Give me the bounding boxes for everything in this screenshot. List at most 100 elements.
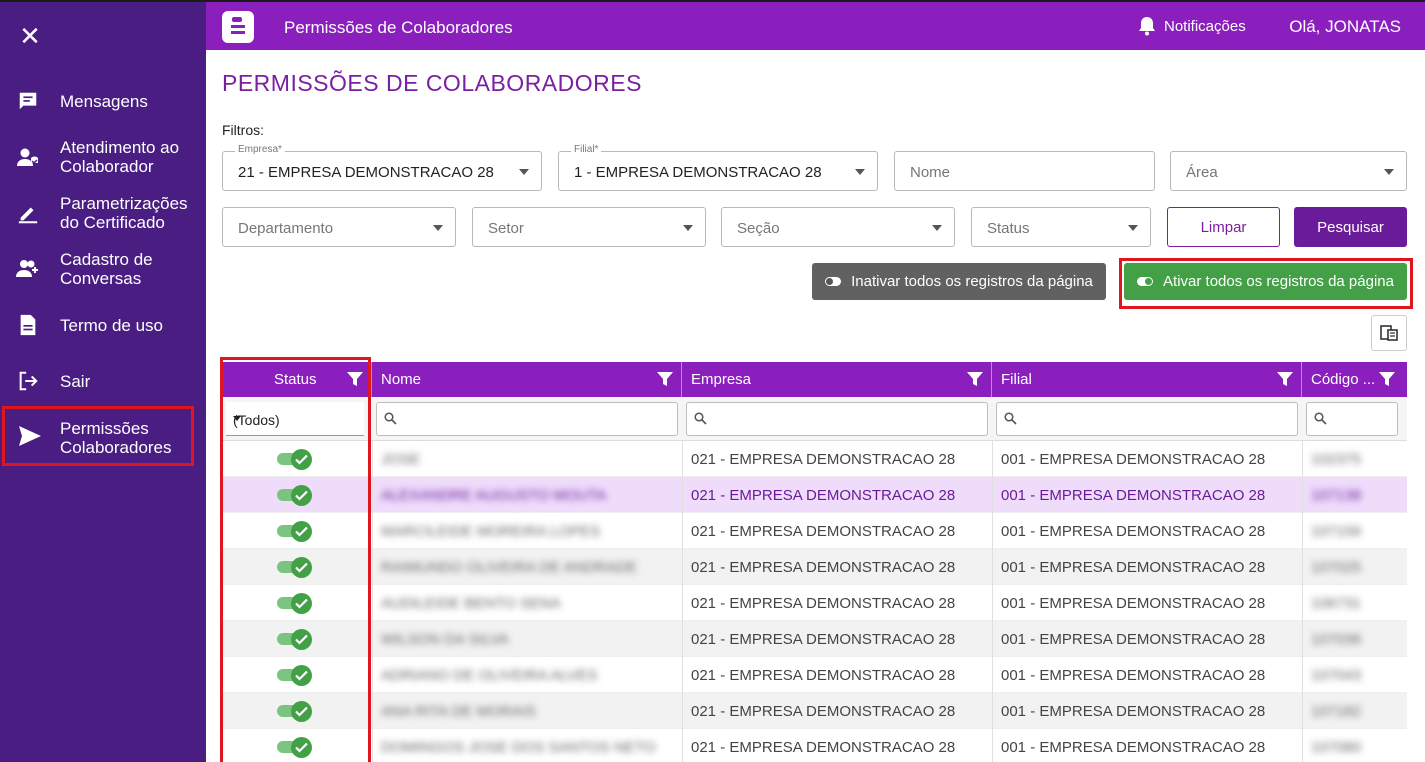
status-toggle[interactable] [277,557,313,578]
nome-filter-input[interactable] [376,402,678,436]
secao-placeholder: Seção [737,220,780,237]
cell-empresa: 021 - EMPRESA DEMONSTRACAO 28 [691,595,956,612]
cell-codigo: 107036 [1311,631,1362,648]
search-icon [384,412,397,425]
filial-value: 1 - EMPRESA DEMONSTRACAO 28 [574,164,822,181]
sidebar-item-parametrizacoes[interactable]: Parametrizações do Certificado [0,194,206,232]
cell-empresa: 021 - EMPRESA DEMONSTRACAO 28 [691,451,956,468]
filial-filter-input[interactable] [996,402,1298,436]
column-header-empresa[interactable]: Empresa [682,362,992,397]
table-row[interactable]: WILSON DA SILVA 021 - EMPRESA DEMONSTRACA… [222,621,1407,657]
toggle-on-icon [1137,277,1154,286]
cell-filial: 001 - EMPRESA DEMONSTRACAO 28 [1001,595,1266,612]
sidebar-item-label: Mensagens [60,91,148,111]
status-toggle[interactable] [277,701,313,722]
codigo-filter-input[interactable] [1306,402,1398,436]
notifications-label: Notificações [1164,17,1246,35]
status-filter-select[interactable]: (Todos) [226,402,364,436]
column-header-status[interactable]: Status [222,362,372,397]
table-row[interactable]: DOMINGOS JOSE DOS SANTOS NETO 021 - EMPRE… [222,729,1407,762]
cell-codigo: 106731 [1311,595,1362,612]
departamento-select[interactable]: Departamento [222,207,456,247]
inativar-todos-button[interactable]: Inativar todos os registros da página [812,263,1106,300]
sidebar: ✕ Mensagens Atendimento ao Colaborador P… [0,0,206,762]
nome-input[interactable]: Nome [894,151,1155,191]
caret-down-icon [683,225,693,231]
setor-select[interactable]: Setor [472,207,706,247]
status-toggle[interactable] [277,521,313,542]
limpar-button[interactable]: Limpar [1167,207,1280,247]
table-row[interactable]: ANA RITA DE MORAIS 021 - EMPRESA DEMONSTR… [222,693,1407,729]
toggle-off-icon [825,277,842,286]
empresa-select[interactable]: Empresa* 21 - EMPRESA DEMONSTRACAO 28 [222,144,542,191]
sidebar-item-mensagens[interactable]: Mensagens [0,89,206,113]
close-icon[interactable]: ✕ [18,23,42,49]
cell-empresa: 021 - EMPRESA DEMONSTRACAO 28 [691,631,956,648]
filter-icon[interactable] [1277,371,1293,387]
inativar-label: Inativar todos os registros da página [851,273,1093,290]
empresa-label: Empresa* [235,144,285,155]
grid-filter-row: (Todos) [222,397,1407,441]
ativar-todos-button[interactable]: Ativar todos os registros da página [1124,263,1407,300]
column-header-label: Empresa [691,371,752,388]
column-header-nome[interactable]: Nome [372,362,682,397]
status-toggle[interactable] [277,485,313,506]
grid-header: Status Nome Empresa Filial Código ... [222,362,1407,397]
cell-codigo: 107156 [1311,523,1362,540]
table-row[interactable]: RAIMUNDO OLIVEIRA DE ANDRADE 021 - EMPRES… [222,549,1407,585]
sidebar-item-sair[interactable]: Sair [0,369,206,393]
departamento-placeholder: Departamento [238,220,334,237]
filter-icon[interactable] [1379,371,1395,387]
cell-empresa: 021 - EMPRESA DEMONSTRACAO 28 [691,523,956,540]
cell-codigo: 107043 [1311,667,1362,684]
table-row[interactable]: ALEXANDRE AUGUSTO MOUTA 021 - EMPRESA DEM… [222,477,1407,513]
empresa-filter-input[interactable] [686,402,988,436]
status-toggle[interactable] [277,737,313,758]
cell-nome: RAIMUNDO OLIVEIRA DE ANDRADE [381,559,637,576]
table-row[interactable]: MARCILEIDE MOREIRA LOPES 021 - EMPRESA DE… [222,513,1407,549]
filter-icon[interactable] [967,371,983,387]
column-header-codigo[interactable]: Código ... [1302,362,1407,397]
check-icon [291,521,312,542]
status-toggle[interactable] [277,449,313,470]
filter-icon[interactable] [347,371,363,387]
table-row[interactable]: AUDILEIDE BENTO SENA 021 - EMPRESA DEMONS… [222,585,1407,621]
sidebar-item-permissoes[interactable]: Permissões Colaboradores [2,406,194,466]
empresa-value: 21 - EMPRESA DEMONSTRACAO 28 [238,164,494,181]
notifications-button[interactable]: Notificações [1138,16,1246,36]
cell-nome: ANA RITA DE MORAIS [381,703,536,720]
cell-nome: ADRIANO DE OLIVEIRA ALVES [381,667,598,684]
caret-down-icon [1384,169,1394,175]
secao-select[interactable]: Seção [721,207,955,247]
status-toggle[interactable] [277,593,313,614]
cell-filial: 001 - EMPRESA DEMONSTRACAO 28 [1001,451,1266,468]
cell-nome: JOSE [381,451,421,468]
page-title: PERMISSÕES DE COLABORADORES [222,70,642,96]
status-placeholder: Status [987,220,1030,237]
sidebar-item-label: Atendimento ao Colaborador [60,138,180,176]
document-icon [16,313,40,337]
check-icon [291,557,312,578]
table-row[interactable]: JOSE 021 - EMPRESA DEMONSTRACAO 28 001 - E… [222,441,1407,477]
column-header-label: Código ... [1311,371,1376,388]
column-header-filial[interactable]: Filial [992,362,1302,397]
area-select[interactable]: Área [1170,151,1407,191]
send-icon [18,424,42,448]
status-toggle[interactable] [277,665,313,686]
user-greeting[interactable]: Olá, JONATAS [1289,17,1401,37]
filial-select[interactable]: Filial* 1 - EMPRESA DEMONSTRACAO 28 [558,144,878,191]
pesquisar-button[interactable]: Pesquisar [1294,207,1407,247]
caret-down-icon [433,225,443,231]
caret-down-icon [519,169,529,175]
column-chooser-button[interactable] [1371,315,1407,351]
nome-placeholder: Nome [910,164,951,181]
sidebar-item-termo[interactable]: Termo de uso [0,313,206,337]
sidebar-item-cadastro-conversas[interactable]: Cadastro de Conversas [0,250,206,288]
sidebar-item-atendimento[interactable]: Atendimento ao Colaborador [0,138,206,176]
table-row[interactable]: ADRIANO DE OLIVEIRA ALVES 021 - EMPRESA D… [222,657,1407,693]
status-select[interactable]: Status [971,207,1151,247]
area-placeholder: Área [1186,164,1218,181]
filter-icon[interactable] [657,371,673,387]
check-icon [291,593,312,614]
status-toggle[interactable] [277,629,313,650]
